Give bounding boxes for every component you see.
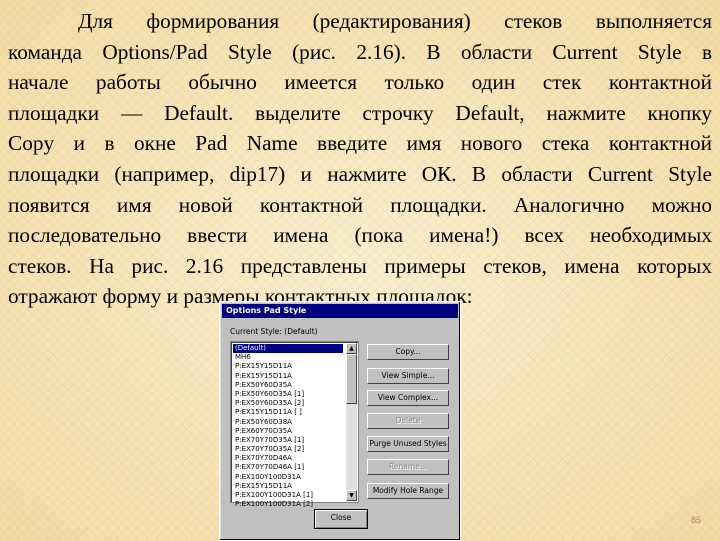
scroll-up-icon[interactable]: ▲ xyxy=(346,343,357,354)
paragraph-line: площадки (например, dip17) и нажмите ОК.… xyxy=(8,161,712,186)
pad-style-dialog: Options Pad Style Current Style: (Defaul… xyxy=(219,301,461,541)
scroll-thumb[interactable] xyxy=(346,354,357,404)
style-list-item[interactable]: P:EX70Y70D35A [1] xyxy=(233,436,343,445)
close-button[interactable]: Close xyxy=(314,509,368,529)
style-list-item[interactable]: P:EX60Y70D35A xyxy=(233,427,343,436)
style-list-item[interactable]: P:EX70Y70D35A [2] xyxy=(233,445,343,454)
style-list-item[interactable]: (Default) xyxy=(233,344,343,354)
style-list-item[interactable]: P:EX50Y60D35A [2] xyxy=(233,399,343,408)
copy-button[interactable]: Copy... xyxy=(367,344,449,360)
paragraph-line: команда Options/Pad Style (рис. 2.16). В… xyxy=(8,39,712,64)
list-scrollbar[interactable]: ▲ ▼ xyxy=(346,343,357,501)
style-list-item[interactable]: P:EX15Y15D11A xyxy=(233,362,343,371)
rename-button[interactable]: Rename... xyxy=(367,459,449,475)
paragraph-line: площадки — Default. выделите строчку Def… xyxy=(8,100,712,125)
view-simple-button[interactable]: View Simple... xyxy=(367,368,449,384)
view-complex-button[interactable]: View Complex... xyxy=(367,390,449,406)
style-list: (Default) MH6 P:EX15Y15D11A P:EX15Y15D11A P:… xyxy=(233,344,343,509)
delete-button[interactable]: Delete xyxy=(367,413,449,429)
page-number: 85 xyxy=(691,515,702,525)
modify-hole-range-button[interactable]: Modify Hole Range xyxy=(367,483,449,499)
style-list-item[interactable]: P:EX70Y70D46A xyxy=(233,454,343,463)
paragraph-line: Для формирования (редактирования) стеков… xyxy=(78,9,712,33)
paragraph-line: стеков. На рис. 2.16 представлены пример… xyxy=(8,253,712,278)
purge-unused-styles-button[interactable]: Purge Unused Styles xyxy=(367,436,449,452)
style-list-item[interactable]: P:EX100Y100D31A [1] xyxy=(233,491,343,500)
paragraph-line: Copy и в окне Pad Name введите имя новог… xyxy=(8,131,712,156)
paragraph-line: появится имя новой контактной площадки. … xyxy=(8,192,712,217)
paragraph: Для формирования (редактирования) стеков… xyxy=(8,6,712,312)
paragraph-line: начале работы обычно имеется только один… xyxy=(8,70,712,95)
current-style-label: Current Style: (Default) xyxy=(230,327,318,336)
style-list-item[interactable]: P:EX15Y15D11A xyxy=(233,372,343,381)
style-list-item[interactable]: P:EX100Y100D31A xyxy=(233,473,343,482)
style-listbox[interactable]: (Default) MH6 P:EX15Y15D11A P:EX15Y15D11A P:… xyxy=(230,341,359,508)
style-list-item[interactable]: P:EX50Y60D38A xyxy=(233,418,343,427)
style-list-item[interactable]: P:EX15Y15D11A xyxy=(233,482,343,491)
style-list-item[interactable]: P:EX100Y100D31A [2] xyxy=(233,500,343,509)
dialog-title: Options Pad Style xyxy=(222,304,458,318)
style-list-item[interactable]: MH6 xyxy=(233,353,343,362)
style-list-item[interactable]: P:EX15Y15D11A [ ] xyxy=(233,408,343,417)
paragraph-line: последовательно ввести имена (пока имена… xyxy=(8,223,712,248)
style-list-item[interactable]: P:EX50Y60D35A [1] xyxy=(233,390,343,399)
style-list-item[interactable]: P:EX70Y70D46A [1] xyxy=(233,463,343,472)
style-list-item[interactable]: P:EX50Y60D35A xyxy=(233,381,343,390)
scroll-down-icon[interactable]: ▼ xyxy=(346,490,357,501)
